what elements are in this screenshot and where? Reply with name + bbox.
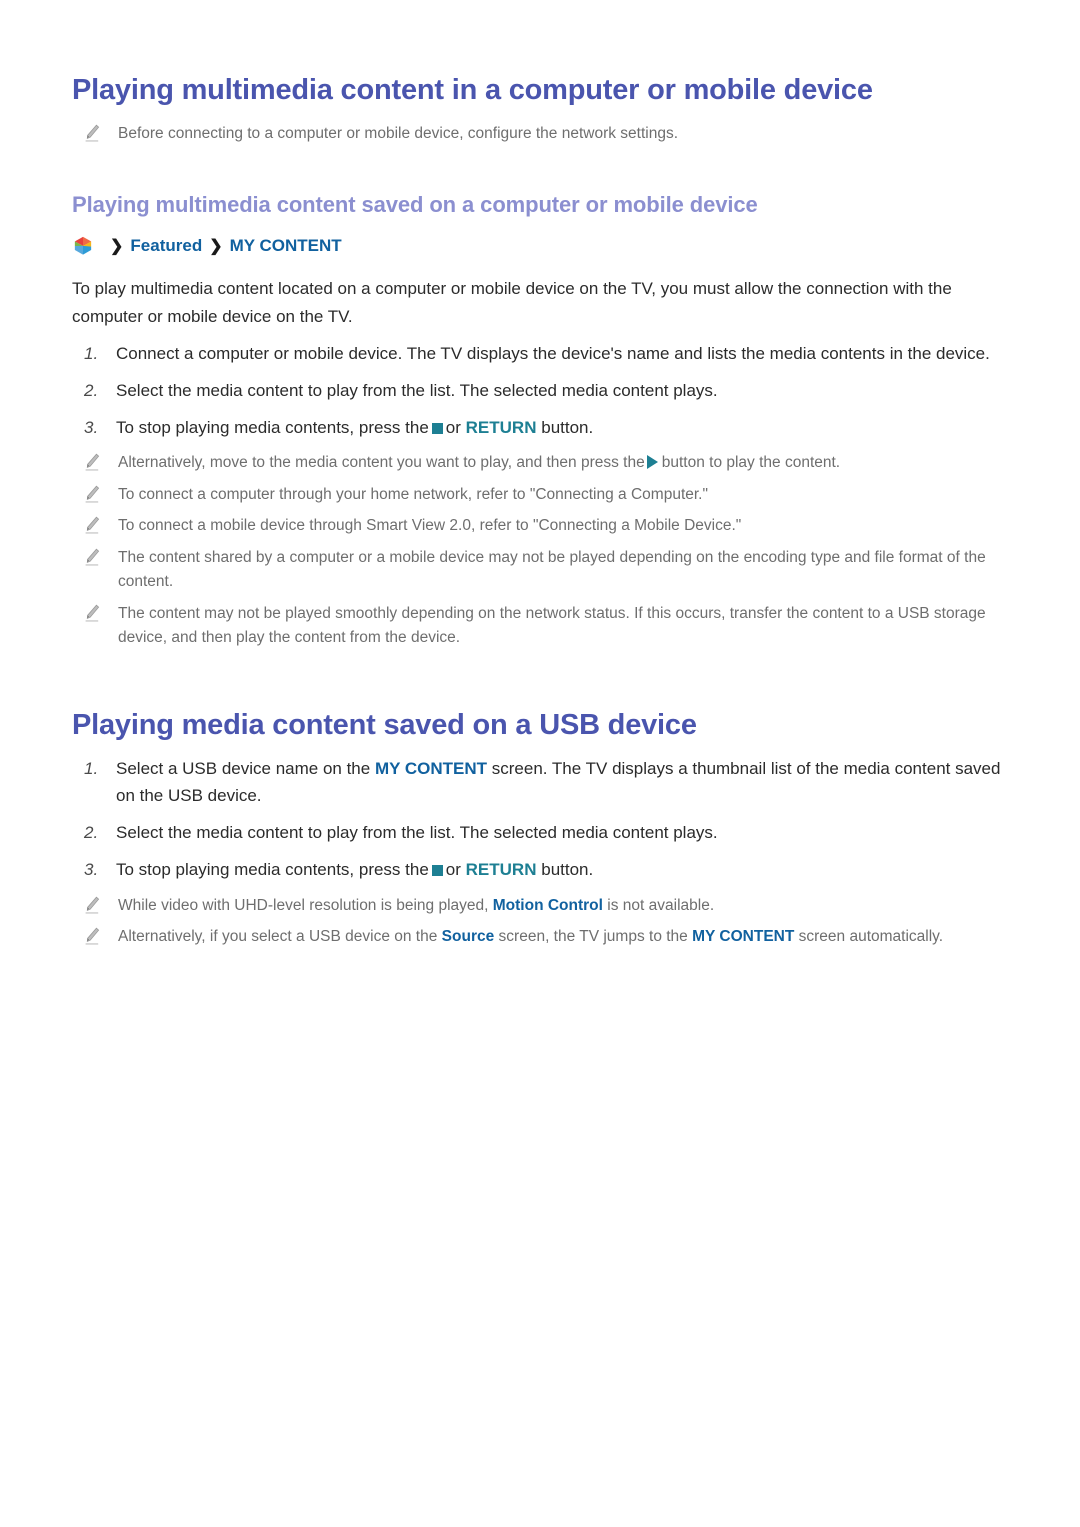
step-text-prefix: Select a USB device name on the	[116, 758, 371, 778]
step-text: Connect a computer or mobile device. The…	[116, 343, 990, 363]
pencil-icon	[84, 485, 100, 504]
pencil-icon	[84, 516, 100, 535]
note-text: Before connecting to a computer or mobil…	[118, 125, 679, 143]
note-item: To connect a computer through your home …	[72, 483, 1010, 507]
note-text: While video with UHD-level resolution is…	[118, 894, 1010, 918]
pencil-icon	[84, 124, 100, 143]
note-text: Alternatively, if you select a USB devic…	[118, 925, 1010, 949]
step-text-prefix: To stop playing media contents, press th…	[116, 860, 429, 880]
step-item: 2. Select the media content to play from…	[72, 377, 1010, 404]
step-number: 1.	[84, 758, 99, 778]
note-text-suffix: is not available.	[607, 896, 715, 914]
stop-square-icon	[431, 865, 443, 877]
breadcrumb-item-my-content[interactable]: MY CONTENT	[230, 236, 342, 256]
note-text-suffix: button to play the content.	[661, 454, 841, 472]
note-item: The content shared by a computer or a mo…	[72, 546, 1010, 595]
note-item: The content may not be played smoothly d…	[72, 602, 1010, 651]
step-text-middle: or	[445, 860, 461, 880]
section1-paragraph: To play multimedia content located on a …	[72, 279, 952, 326]
step-number: 2.	[84, 823, 99, 843]
step-number: 3.	[84, 860, 99, 880]
step-text: Select a USB device name on the MY CONTE…	[116, 755, 1010, 809]
step-text-suffix: button.	[541, 418, 594, 438]
pencil-icon	[84, 548, 100, 567]
step-text-prefix: To stop playing media contents, press th…	[116, 418, 429, 438]
pencil-icon	[84, 927, 100, 946]
step-text: Select the media content to play from th…	[116, 380, 718, 400]
note-text-prefix: Alternatively, if you select a USB devic…	[118, 928, 438, 946]
breadcrumb-item-featured[interactable]: Featured	[130, 236, 202, 256]
pencil-icon	[84, 604, 100, 623]
step-item: 2. Select the media content to play from…	[72, 819, 1010, 846]
step-text: To stop playing media contents, press th…	[116, 414, 1010, 441]
note-text-prefix: Alternatively, move to the media content…	[118, 454, 645, 472]
step-text: To stop playing media contents, press th…	[116, 856, 1010, 883]
my-content-label: MY CONTENT	[374, 758, 488, 778]
note-text: The content may not be played smoothly d…	[118, 604, 986, 647]
note-item: Alternatively, if you select a USB devic…	[72, 925, 1010, 949]
note-item: Before connecting to a computer or mobil…	[72, 122, 1010, 146]
source-label: Source	[441, 928, 495, 946]
smart-hub-icon	[72, 235, 94, 257]
return-button-label: RETURN	[465, 418, 537, 438]
breadcrumb-separator-1: ❯	[110, 238, 124, 256]
step-number: 3.	[84, 418, 99, 438]
section-subtitle: Playing multimedia content saved on a co…	[72, 191, 758, 217]
step-item: 1. Select a USB device name on the MY CO…	[72, 755, 1010, 809]
pencil-icon	[84, 896, 100, 915]
step-number: 1.	[84, 343, 99, 363]
note-text-prefix: While video with UHD-level resolution is…	[118, 896, 489, 914]
section2-title: Playing media content saved on a USB dev…	[72, 708, 697, 741]
note-text: To connect a mobile device through Smart…	[118, 517, 742, 535]
step-item: 1. Connect a computer or mobile device. …	[72, 340, 1010, 367]
breadcrumb: ❯ Featured ❯ MY CONTENT	[72, 235, 1010, 257]
note-text: To connect a computer through your home …	[118, 485, 708, 503]
note-text: Alternatively, move to the media content…	[118, 451, 1010, 475]
pencil-icon	[84, 453, 100, 472]
step-text-suffix: button.	[541, 860, 594, 880]
breadcrumb-separator-2: ❯	[209, 238, 223, 256]
step-number: 2.	[84, 380, 99, 400]
motion-control-label: Motion Control	[492, 896, 603, 914]
my-content-label: MY CONTENT	[692, 928, 795, 946]
document-page: Playing multimedia content in a computer…	[0, 0, 1080, 950]
note-item: Alternatively, move to the media content…	[72, 451, 1010, 475]
stop-square-icon	[431, 423, 443, 435]
return-button-label: RETURN	[465, 860, 537, 880]
note-item: To connect a mobile device through Smart…	[72, 514, 1010, 538]
step-item: 3. To stop playing media contents, press…	[72, 856, 1010, 883]
page-title: Playing multimedia content in a computer…	[72, 74, 873, 106]
play-triangle-icon	[646, 455, 658, 470]
step-text: Select the media content to play from th…	[116, 823, 718, 843]
step-text-middle: or	[445, 418, 461, 438]
note-item: While video with UHD-level resolution is…	[72, 894, 1010, 918]
step-item: 3. To stop playing media contents, press…	[72, 414, 1010, 441]
note-text-middle: screen, the TV jumps to the	[498, 928, 688, 946]
note-text: The content shared by a computer or a mo…	[118, 548, 986, 591]
note-text-suffix: screen automatically.	[798, 928, 944, 946]
